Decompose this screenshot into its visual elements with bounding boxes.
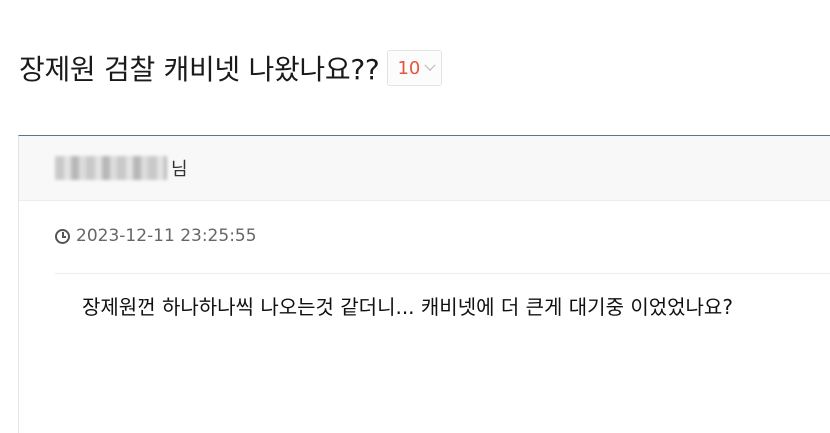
post-date-row: 2023-12-11 23:25:55 <box>55 226 257 246</box>
post-box: 님 2023-12-11 23:25:55 장제원껀 하나하나씩 나오는것 같더… <box>18 135 830 433</box>
clock-icon <box>55 228 70 244</box>
divider <box>55 273 830 274</box>
post-content: 장제원껀 하나하나씩 나오는것 같더니... 캐비넷에 더 큰게 대기중 이었었… <box>82 295 733 319</box>
page: 장제원 검찰 캐비넷 나왔나요?? 10 님 2023-12-11 23:25:… <box>0 0 830 433</box>
title-row: 장제원 검찰 캐비넷 나왔나요?? 10 <box>19 48 443 88</box>
author-bar: 님 <box>19 136 830 201</box>
post-date: 2023-12-11 23:25:55 <box>76 226 257 246</box>
comment-count: 10 <box>397 57 421 79</box>
chevron-down-icon <box>424 59 437 71</box>
comment-count-button[interactable]: 10 <box>387 50 443 86</box>
author-name-blurred[interactable] <box>55 156 167 180</box>
post-title: 장제원 검찰 캐비넷 나왔나요?? <box>19 53 380 86</box>
author-suffix: 님 <box>171 159 188 180</box>
